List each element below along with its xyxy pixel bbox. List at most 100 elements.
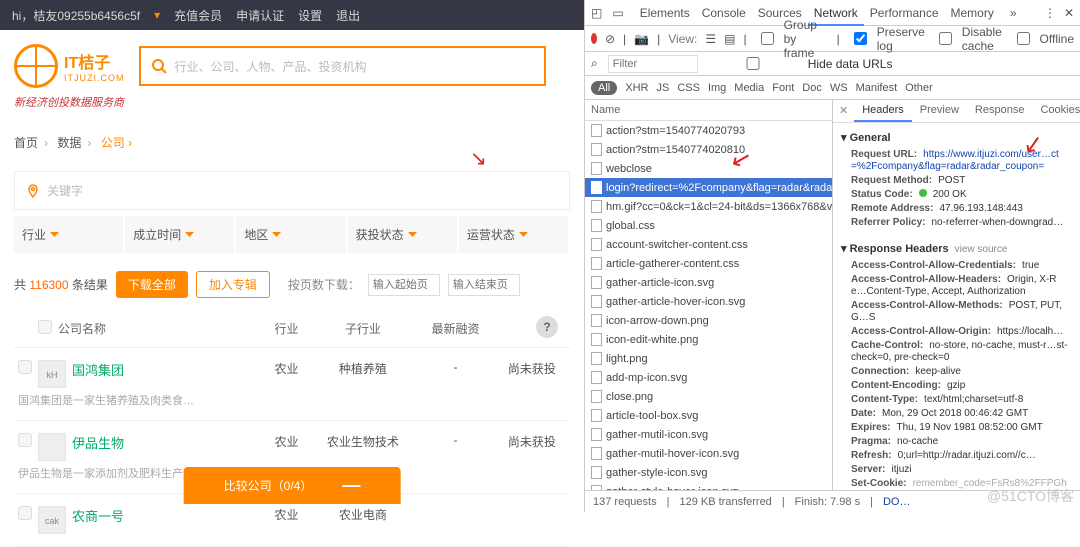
request-row[interactable]: article-gatherer-content.css bbox=[585, 254, 832, 273]
filter-获投状态[interactable]: 获投状态 bbox=[348, 216, 457, 253]
search-input[interactable]: 行业、公司、人物、产品、投资机构 bbox=[139, 46, 547, 86]
view-small-icon[interactable]: ▤ bbox=[724, 32, 735, 46]
select-all-checkbox[interactable] bbox=[38, 320, 52, 334]
company-name[interactable]: 农商一号 bbox=[72, 509, 124, 524]
request-row[interactable]: gather-style-hover-icon.svg bbox=[585, 482, 832, 490]
view-large-icon[interactable]: ☰ bbox=[705, 32, 716, 46]
clear-icon[interactable]: ⊘ bbox=[605, 32, 615, 46]
dt-close-icon[interactable]: ✕ bbox=[1064, 6, 1074, 20]
filter-运营状态[interactable]: 运营状态 bbox=[459, 216, 568, 253]
crumb-data[interactable]: 数据 bbox=[57, 136, 81, 150]
add-album-button[interactable]: 加入专辑 bbox=[196, 271, 270, 298]
dt-tab-memory[interactable]: Memory bbox=[945, 2, 1000, 24]
detail-tab-headers[interactable]: Headers bbox=[854, 100, 912, 122]
type-Font[interactable]: Font bbox=[772, 82, 794, 94]
type-Img[interactable]: Img bbox=[708, 82, 726, 94]
tagline: 新经济创投数据服务商 bbox=[0, 94, 584, 120]
request-row[interactable]: gather-style-icon.svg bbox=[585, 463, 832, 482]
type-Doc[interactable]: Doc bbox=[802, 82, 822, 94]
filter-地区[interactable]: 地区 bbox=[236, 216, 345, 253]
dt-tab-console[interactable]: Console bbox=[696, 2, 752, 24]
request-row[interactable]: gather-article-icon.svg bbox=[585, 273, 832, 292]
table-row[interactable]: kH国鸿集团国鸿集团是一家生猪养殖及肉类食…农业种植养殖-尚未获投 bbox=[14, 348, 570, 421]
help-icon[interactable]: ? bbox=[536, 316, 558, 338]
download-all-button[interactable]: 下载全部 bbox=[116, 271, 188, 298]
request-row[interactable]: action?stm=1540774020793 bbox=[585, 121, 832, 140]
filter-icon[interactable]: ⌕ bbox=[591, 56, 598, 71]
request-row[interactable]: action?stm=1540774020810 bbox=[585, 140, 832, 159]
filter-input[interactable] bbox=[608, 55, 698, 73]
device-icon[interactable]: ▭ bbox=[612, 6, 623, 20]
dt-menu-icon[interactable]: ⋮ bbox=[1044, 6, 1056, 20]
request-row[interactable]: icon-arrow-down.png bbox=[585, 311, 832, 330]
request-row[interactable]: add-mp-icon.svg bbox=[585, 368, 832, 387]
type-Media[interactable]: Media bbox=[734, 82, 764, 94]
preserve-log-checkbox[interactable] bbox=[854, 32, 867, 45]
request-row[interactable]: gather-mutil-hover-icon.svg bbox=[585, 444, 832, 463]
row-checkbox[interactable] bbox=[18, 506, 32, 520]
file-icon bbox=[591, 276, 602, 289]
response-headers-section: ▾ Response Headersview source bbox=[841, 238, 1072, 259]
capture-icon[interactable]: 📷 bbox=[634, 32, 649, 46]
settings-link[interactable]: 设置 bbox=[298, 7, 322, 24]
dt-tab-performance[interactable]: Performance bbox=[864, 2, 945, 24]
detail-tab-cookies[interactable]: Cookies bbox=[1032, 100, 1080, 122]
crumb-home[interactable]: 首页 bbox=[14, 136, 38, 150]
filter-行业[interactable]: 行业 bbox=[14, 216, 123, 253]
type-JS[interactable]: JS bbox=[656, 82, 669, 94]
group-frame-checkbox[interactable] bbox=[761, 32, 774, 45]
request-row[interactable]: global.css bbox=[585, 216, 832, 235]
compare-bar[interactable]: 比较公司（0/4） — bbox=[184, 467, 401, 504]
inspect-icon[interactable]: ◰ bbox=[591, 6, 602, 20]
file-icon bbox=[591, 314, 602, 327]
start-page-input[interactable] bbox=[368, 274, 440, 296]
vip-link[interactable]: 充值会员 bbox=[174, 7, 222, 24]
type-XHR[interactable]: XHR bbox=[625, 82, 648, 94]
request-row[interactable]: icon-edit-white.png bbox=[585, 330, 832, 349]
close-details-icon[interactable]: ✕ bbox=[833, 100, 854, 122]
minimize-icon[interactable]: — bbox=[342, 475, 360, 496]
crumb-company[interactable]: 公司 bbox=[101, 136, 125, 150]
type-Manifest[interactable]: Manifest bbox=[856, 82, 898, 94]
company-logo-icon: cak bbox=[38, 506, 66, 534]
header-row: Date: Mon, 29 Oct 2018 00:46:42 GMT bbox=[841, 407, 1072, 421]
type-Other[interactable]: Other bbox=[905, 82, 933, 94]
header-row: Refresh: 0;url=http://radar.itjuzi.com//… bbox=[841, 449, 1072, 463]
type-All[interactable]: All bbox=[591, 81, 617, 95]
request-row[interactable]: hm.gif?cc=0&ck=1&cl=24-bit&ds=1366x768&v… bbox=[585, 197, 832, 216]
name-column-header[interactable]: Name bbox=[585, 100, 832, 121]
detail-tab-preview[interactable]: Preview bbox=[912, 100, 967, 122]
offline-checkbox[interactable] bbox=[1017, 32, 1030, 45]
end-page-input[interactable] bbox=[448, 274, 520, 296]
type-CSS[interactable]: CSS bbox=[677, 82, 700, 94]
request-row[interactable]: login?redirect=%2Fcompany&flag=radar&rad… bbox=[585, 178, 832, 197]
row-checkbox[interactable] bbox=[18, 433, 32, 447]
row-checkbox[interactable] bbox=[18, 360, 32, 374]
file-icon bbox=[591, 371, 602, 384]
request-row[interactable]: article-tool-box.svg bbox=[585, 406, 832, 425]
more-tabs-icon[interactable]: » bbox=[1010, 6, 1017, 20]
hide-urls-checkbox[interactable] bbox=[708, 57, 798, 70]
file-icon bbox=[591, 390, 602, 403]
request-row[interactable]: gather-mutil-icon.svg bbox=[585, 425, 832, 444]
page-dl-label: 按页数下载： bbox=[288, 276, 360, 293]
cert-link[interactable]: 申请认证 bbox=[236, 7, 284, 24]
request-row[interactable]: light.png bbox=[585, 349, 832, 368]
request-row[interactable]: account-switcher-content.css bbox=[585, 235, 832, 254]
company-name[interactable]: 国鸿集团 bbox=[72, 363, 124, 378]
disable-cache-checkbox[interactable] bbox=[939, 32, 952, 45]
request-row[interactable]: close.png bbox=[585, 387, 832, 406]
keyword-input[interactable]: 关键字 bbox=[14, 171, 570, 210]
header-row: Access-Control-Allow-Methods: POST, PUT,… bbox=[841, 299, 1072, 325]
filter-成立时间[interactable]: 成立时间 bbox=[125, 216, 234, 253]
record-icon[interactable] bbox=[591, 33, 597, 44]
detail-tab-response[interactable]: Response bbox=[967, 100, 1033, 122]
dt-tab-elements[interactable]: Elements bbox=[634, 2, 696, 24]
company-name[interactable]: 伊品生物 bbox=[72, 436, 124, 451]
type-WS[interactable]: WS bbox=[830, 82, 848, 94]
request-row[interactable]: webclose bbox=[585, 159, 832, 178]
site-logo[interactable]: IT桔子ITJUZI.COM bbox=[14, 44, 125, 88]
file-icon bbox=[591, 466, 602, 479]
logout-link[interactable]: 退出 bbox=[336, 7, 360, 24]
request-row[interactable]: gather-article-hover-icon.svg bbox=[585, 292, 832, 311]
